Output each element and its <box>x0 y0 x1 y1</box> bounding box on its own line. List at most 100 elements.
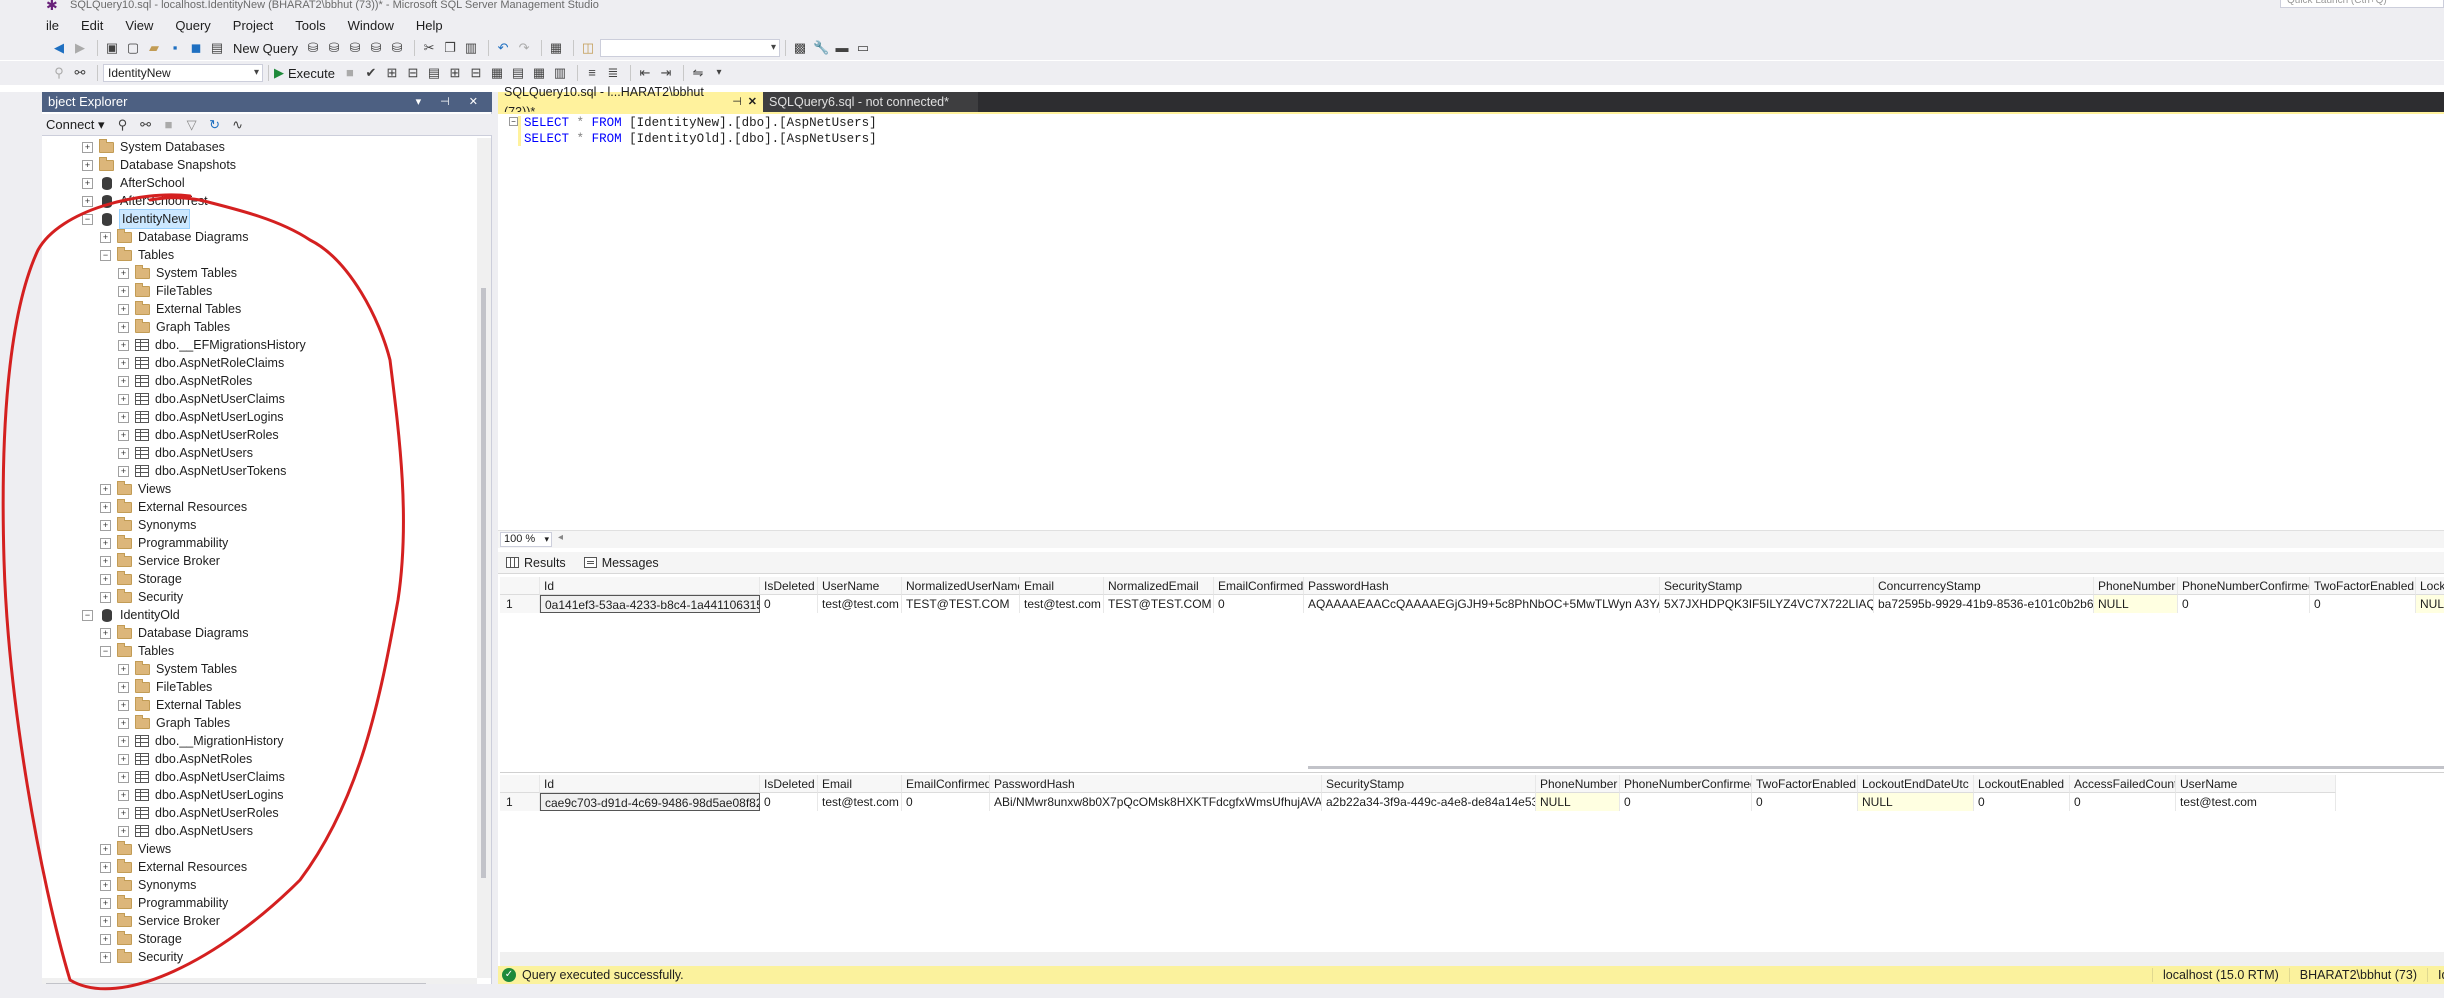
column-header[interactable]: PhoneNumberConfirmed <box>2178 577 2310 595</box>
new-query-button[interactable]: ▤ New Query <box>208 39 298 57</box>
tree-node[interactable]: + dbo.AspNetUsers <box>118 822 253 840</box>
tree-node[interactable]: + FileTables <box>118 282 212 300</box>
expand-icon[interactable]: + <box>118 393 129 405</box>
wrench-icon[interactable]: 🔧 <box>812 39 830 57</box>
grid-cell[interactable]: 5X7JXHDPQK3IF5ILYZ4VC7X722LIAQJS <box>1660 595 1874 613</box>
pin-icon[interactable]: ⊣ <box>732 92 742 112</box>
tree-node[interactable]: + FileTables <box>118 678 212 696</box>
cancel-query-icon[interactable]: ■ <box>341 64 359 82</box>
intellisense-icon[interactable]: ▤ <box>425 64 443 82</box>
expand-icon[interactable]: + <box>118 375 129 387</box>
tree-node[interactable]: + Database Diagrams <box>100 624 248 642</box>
undo-icon[interactable]: ↶ <box>494 39 512 57</box>
query-editor[interactable]: − SELECT * FROM [IdentityNew].[dbo].[Asp… <box>498 114 2444 530</box>
column-header[interactable]: IsDeleted <box>760 577 818 595</box>
expand-icon[interactable]: + <box>118 699 129 711</box>
live-query-stats-icon[interactable]: ⊟ <box>467 64 485 82</box>
tree-node[interactable]: + dbo.AspNetUserTokens <box>118 462 286 480</box>
toolbar-options-icon[interactable]: ▾ <box>710 64 728 82</box>
column-header[interactable]: SecurityStamp <box>1322 775 1536 793</box>
paste-icon[interactable]: ▥ <box>462 39 480 57</box>
column-header[interactable]: NormalizedUserName <box>902 577 1020 595</box>
connect-dropdown[interactable]: Connect ▾ <box>46 117 105 133</box>
tree-node[interactable]: + dbo.AspNetUserClaims <box>118 390 285 408</box>
grid-cell[interactable]: TEST@TEST.COM <box>902 595 1020 613</box>
save-all-icon[interactable]: ◼ <box>187 39 205 57</box>
row-number[interactable]: 1 <box>500 793 540 811</box>
grid-cell[interactable]: AQAAAAEAACcQAAAAEGjGJH9+5c8PhNbOC+5MwTLW… <box>1304 595 1660 613</box>
expand-icon[interactable]: + <box>82 141 93 153</box>
column-header[interactable]: LockoutEndDateUtc <box>1858 775 1974 793</box>
tree-node[interactable]: + dbo.AspNetRoles <box>118 750 252 768</box>
column-header[interactable]: AccessFailedCount <box>2070 775 2176 793</box>
collapse-icon[interactable]: − <box>82 609 93 621</box>
expand-icon[interactable]: + <box>118 357 129 369</box>
tree-node[interactable]: + dbo.AspNetRoles <box>118 372 252 390</box>
uncomment-icon[interactable]: ≣ <box>604 64 622 82</box>
tab-sqlquery10[interactable]: SQLQuery10.sql - l...HARAT2\bbhut (73))*… <box>498 85 763 119</box>
grid-cell[interactable]: test@test.com <box>1020 595 1104 613</box>
tree-node[interactable]: + Views <box>100 480 171 498</box>
parse-icon[interactable]: ✔ <box>362 64 380 82</box>
tree-node[interactable]: + Database Diagrams <box>100 228 248 246</box>
row-number-header[interactable] <box>500 577 540 595</box>
expand-icon[interactable]: + <box>118 663 129 675</box>
grid-cell[interactable]: a2b22a34-3f9a-449c-a4e8-de84a14e536f <box>1322 793 1536 811</box>
expand-icon[interactable]: + <box>118 771 129 783</box>
tree-node[interactable]: + Storage <box>100 930 182 948</box>
tree-node[interactable]: + Programmability <box>100 534 228 552</box>
tree-node[interactable]: − Tables <box>100 642 174 660</box>
results-grid-1[interactable]: Id IsDeleted UserName NormalizedUserName Ema… <box>500 576 2444 760</box>
tree-node[interactable]: + System Databases <box>82 138 225 156</box>
expand-icon[interactable]: + <box>118 411 129 423</box>
menu-edit[interactable]: Edit <box>81 18 103 33</box>
tree-node[interactable]: + Programmability <box>100 894 228 912</box>
dmx-query-icon[interactable]: ⛁ <box>346 39 364 57</box>
grid-cell[interactable]: ba72595b-9929-41b9-8536-e101c0b2b6a8 <box>1874 595 2094 613</box>
tree-node[interactable]: − IdentityOld <box>82 606 180 624</box>
grid-cell[interactable]: TEST@TEST.COM <box>1104 595 1214 613</box>
include-actual-plan-icon[interactable]: ⊞ <box>446 64 464 82</box>
column-header[interactable]: Email <box>1020 577 1104 595</box>
expand-icon[interactable]: + <box>118 753 129 765</box>
column-header[interactable]: TwoFactorEnabled <box>2310 577 2416 595</box>
menu-view[interactable]: View <box>125 18 153 33</box>
comment-icon[interactable]: ≡ <box>583 64 601 82</box>
expand-icon[interactable]: + <box>100 951 111 963</box>
save-icon[interactable]: ▪ <box>166 39 184 57</box>
menu-help[interactable]: Help <box>416 18 443 33</box>
expand-icon[interactable]: + <box>100 483 111 495</box>
panel-controls[interactable]: ▾ ⊣ ✕ <box>416 92 486 112</box>
expand-icon[interactable]: + <box>100 843 111 855</box>
connect-icon[interactable]: ⚲ <box>50 64 68 82</box>
tree-node[interactable]: + Service Broker <box>100 912 220 930</box>
tree-node[interactable]: + dbo.AspNetUsers <box>118 444 253 462</box>
menu-file[interactable]: ile <box>46 18 59 33</box>
forward-icon[interactable]: ▶ <box>71 39 89 57</box>
grid-cell[interactable]: test@test.com <box>2176 793 2336 811</box>
grid-cell[interactable]: ABi/NMwr8unxw8b0X7pQcOMsk8HXKTFdcgfxWmsU… <box>990 793 1322 811</box>
tree-node[interactable]: + External Resources <box>100 498 247 516</box>
column-header[interactable]: Id <box>540 775 760 793</box>
dax-query-icon[interactable]: ⛁ <box>388 39 406 57</box>
expand-icon[interactable]: + <box>100 573 111 585</box>
column-header[interactable]: PasswordHash <box>990 775 1322 793</box>
expand-icon[interactable]: + <box>100 519 111 531</box>
close-tab-icon[interactable]: ✕ <box>748 92 757 112</box>
expand-icon[interactable]: + <box>118 717 129 729</box>
grid-cell[interactable]: NULL <box>1536 793 1620 811</box>
column-header[interactable]: UserName <box>2176 775 2336 793</box>
expand-icon[interactable]: + <box>100 861 111 873</box>
collapse-icon[interactable]: − <box>100 249 111 261</box>
execute-button[interactable]: ▶ Execute <box>274 65 335 81</box>
tree-node[interactable]: + Storage <box>100 570 182 588</box>
new-project-icon[interactable]: ▣ <box>103 39 121 57</box>
stop-icon[interactable]: ■ <box>159 116 179 134</box>
open-file-icon[interactable]: ▰ <box>145 39 163 57</box>
grid-cell[interactable]: 0a141ef3-53aa-4233-b8c4-1a4411063152 <box>540 595 760 613</box>
collapse-icon[interactable]: − <box>82 213 93 225</box>
grid-cell[interactable]: 0 <box>2310 595 2416 613</box>
results-to-text-icon[interactable]: ▤ <box>509 64 527 82</box>
expand-icon[interactable]: + <box>118 735 129 747</box>
grid-cell[interactable]: 0 <box>2070 793 2176 811</box>
